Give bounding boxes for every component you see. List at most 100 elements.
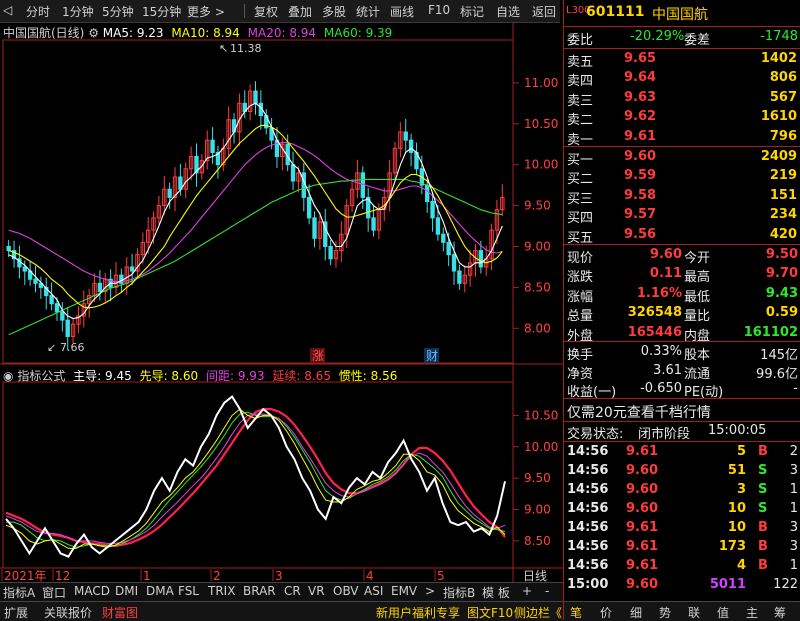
- tick-time: 14:56: [567, 444, 609, 459]
- tick-time: 14:56: [567, 520, 609, 535]
- tick-side: B: [758, 520, 768, 535]
- y-axis-label: 8.00: [524, 321, 551, 335]
- tick-row: 14:56 9.60 3 S 1: [564, 481, 800, 500]
- tick-price: 9.60: [626, 463, 659, 478]
- quote-header: L300 601111 中国国航: [564, 2, 800, 24]
- tab-dmi[interactable]: DMI: [115, 584, 138, 598]
- tick-volume: 5: [736, 444, 746, 459]
- tick-row: 14:56 9.60 10 S 1: [564, 500, 800, 519]
- tab-window[interactable]: 窗口: [42, 584, 66, 601]
- tab-vr[interactable]: VR: [308, 584, 325, 598]
- tab-emv[interactable]: EMV: [391, 584, 417, 598]
- stock-code[interactable]: 601111: [586, 4, 644, 20]
- candle-body: [312, 217, 317, 239]
- tick-row: 14:56 9.61 10 B 3: [564, 519, 800, 538]
- y-axis-label: 9.50: [524, 199, 551, 213]
- tab-macd[interactable]: MACD: [74, 584, 110, 598]
- tab-indicator-b[interactable]: 指标B: [443, 584, 475, 601]
- nav-xi[interactable]: 细: [630, 604, 642, 621]
- fund-label-right: 流通: [684, 366, 711, 382]
- tick-time: 14:56: [567, 539, 609, 554]
- status-f10[interactable]: 图文F10: [467, 604, 513, 621]
- nav-zhi[interactable]: 值: [717, 604, 729, 621]
- candle-body: [97, 282, 103, 292]
- ind-y-axis-label: 10.00: [524, 440, 558, 454]
- zhang-marker[interactable]: 涨: [312, 348, 324, 363]
- buy-price[interactable]: 9.57: [624, 207, 656, 222]
- tab-indicator-a[interactable]: 指标A: [3, 584, 35, 601]
- promo-row[interactable]: 仅需20元查看千档行情: [564, 401, 800, 422]
- candle-body: [6, 245, 11, 252]
- ma60-line: [8, 178, 503, 336]
- sell-volume: 567: [769, 89, 797, 105]
- promo-text[interactable]: 仅需20元查看千档行情: [567, 402, 711, 422]
- candle-body: [65, 319, 70, 337]
- status-related-quote[interactable]: 关联报价: [44, 604, 92, 621]
- indicator-line-3: [6, 411, 506, 548]
- kline-chart[interactable]: 11.00 10.50 10.00 9.50 9.00 8.50 8.00 10.50 10.…: [0, 0, 563, 582]
- buy-label: 买二: [567, 172, 594, 188]
- tick-volume: 3: [736, 482, 746, 497]
- sell-level-5: 卖五 9.65 1402: [564, 50, 800, 70]
- cai-marker[interactable]: 财: [426, 349, 438, 363]
- ind-y-axis-label: 8.50: [524, 534, 551, 548]
- sell-price[interactable]: 9.62: [624, 109, 656, 124]
- tick-price: 9.61: [626, 520, 659, 535]
- nav-shi[interactable]: 势: [659, 604, 671, 621]
- sell-price[interactable]: 9.64: [624, 70, 656, 85]
- candle-body: [253, 90, 258, 104]
- tab-trix[interactable]: TRIX: [208, 584, 235, 598]
- stat-label-left: 涨跌: [567, 270, 594, 286]
- tab-cr[interactable]: CR: [284, 584, 301, 598]
- candle-body: [301, 172, 306, 198]
- tab-more-arrow[interactable]: >: [425, 584, 435, 598]
- status-sidebar-toggle[interactable]: 侧边栏《: [514, 604, 562, 621]
- nav-bi[interactable]: 笔: [570, 604, 582, 621]
- sell-volume: 796: [769, 128, 797, 144]
- buy-price[interactable]: 9.59: [624, 168, 656, 183]
- sell-label: 卖三: [567, 93, 594, 109]
- candle-body: [478, 250, 484, 268]
- stat-value-right: 9.70: [765, 266, 798, 282]
- stock-name[interactable]: 中国国航: [652, 4, 708, 24]
- tab-remove[interactable]: -: [545, 584, 549, 598]
- x-axis-label: 3: [275, 569, 283, 582]
- buy-label: 买一: [567, 153, 594, 168]
- status-new-user-promo[interactable]: 新用户福利专享: [376, 604, 460, 621]
- sell-level-3: 卖三 9.63 567: [564, 89, 800, 109]
- tab-dma[interactable]: DMA: [146, 584, 174, 598]
- buy-price[interactable]: 9.56: [624, 227, 656, 242]
- tick-count: 1: [789, 501, 798, 516]
- candle-body: [457, 270, 462, 284]
- tick-count: 3: [789, 539, 798, 554]
- nav-lian[interactable]: 联: [688, 604, 700, 621]
- buy-price[interactable]: 9.58: [624, 188, 656, 203]
- fund-value-left: 0.33%: [640, 344, 682, 359]
- candle-body: [54, 303, 60, 313]
- tab-fsl[interactable]: FSL: [178, 584, 199, 598]
- trade-status-value: 闭市阶段: [638, 427, 691, 442]
- ma5-line: [8, 102, 503, 320]
- y-axis-label: 8.50: [524, 280, 551, 294]
- nav-chou[interactable]: 筹: [774, 604, 786, 621]
- y-axis-label: 10.00: [524, 158, 558, 172]
- weibi-value: -20.29%: [630, 29, 685, 44]
- sell-price[interactable]: 9.65: [624, 51, 656, 66]
- status-fortune-chart[interactable]: 财富图: [102, 604, 138, 621]
- sell-price[interactable]: 9.63: [624, 90, 656, 105]
- tab-template[interactable]: 模 板: [482, 584, 510, 601]
- tick-volume: 10: [727, 501, 746, 516]
- tab-add[interactable]: +: [522, 584, 532, 598]
- tab-asi[interactable]: ASI: [364, 584, 383, 598]
- nav-jia[interactable]: 价: [600, 604, 612, 621]
- sell-label: 卖一: [567, 132, 594, 148]
- tab-brar[interactable]: BRAR: [243, 584, 276, 598]
- x-axis-label: 5: [437, 569, 445, 582]
- nav-zhu[interactable]: 主: [746, 604, 758, 621]
- tick-time: 14:56: [567, 463, 609, 478]
- tab-obv[interactable]: OBV: [333, 584, 359, 598]
- x-axis-label: 2021年: [4, 569, 47, 582]
- buy-price[interactable]: 9.60: [624, 149, 656, 164]
- status-expand[interactable]: 扩展: [4, 604, 28, 621]
- sell-price[interactable]: 9.61: [624, 129, 656, 144]
